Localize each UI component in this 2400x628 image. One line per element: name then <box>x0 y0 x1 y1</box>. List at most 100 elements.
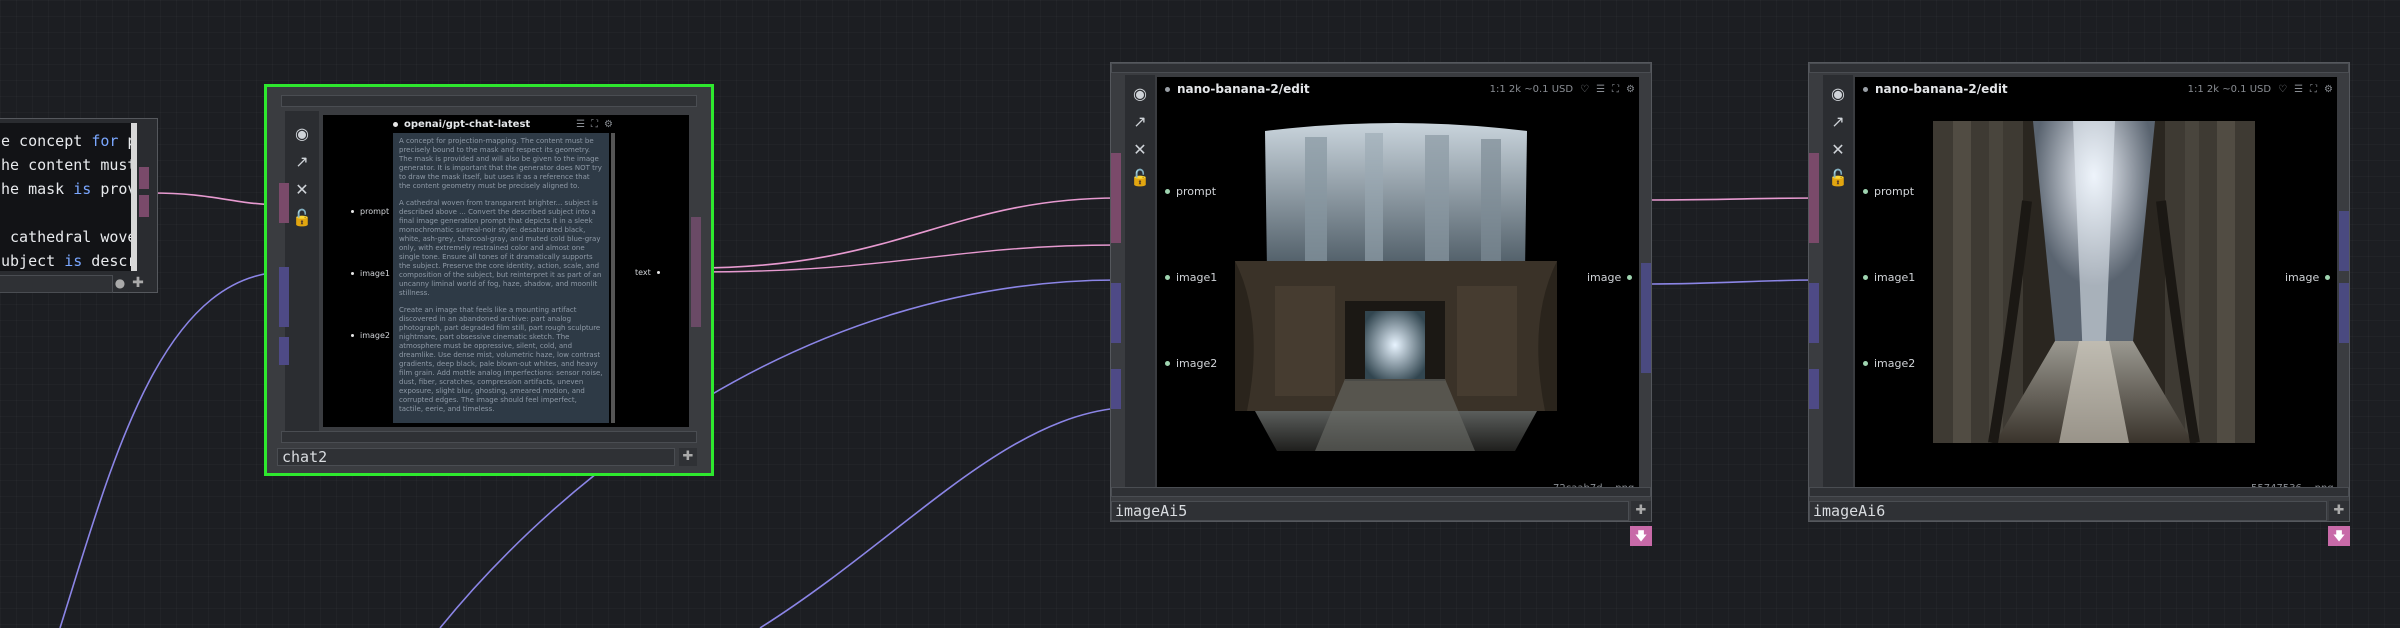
lock-icon[interactable]: 🔓 <box>288 203 316 231</box>
code-area[interactable]: e concept for pro he content must b he mas… <box>0 123 131 271</box>
gear-icon[interactable]: ⚙ <box>604 119 613 130</box>
chat-input-port-image2[interactable] <box>279 337 289 365</box>
ai5-header-meta: 1:1 2k ~0.1 USD <box>1489 83 1574 95</box>
code-token: pro <box>118 132 131 150</box>
chat-node-name[interactable]: chat2 <box>277 448 675 466</box>
code-line: e concept for pro <box>1 129 131 153</box>
ai5-generated-image[interactable] <box>1235 121 1557 451</box>
lock-icon[interactable]: 🔓 <box>1126 163 1154 191</box>
code-keyword: is <box>73 180 92 198</box>
eye-icon[interactable]: ◉ <box>1126 79 1154 107</box>
wand-icon[interactable]: ↗ <box>1824 107 1852 135</box>
wand-icon[interactable]: ↗ <box>288 147 316 175</box>
ai6-output-image: image <box>2285 271 2331 284</box>
circle-icon[interactable]: ● <box>113 276 127 290</box>
wire-chat-to-ai5-prompt <box>693 197 1119 269</box>
ai6-output-port[interactable] <box>2339 211 2349 271</box>
gear-icon[interactable]: ⚙ <box>2324 84 2333 95</box>
ai5-output-port[interactable] <box>1641 263 1651 373</box>
ai6-input-port-prompt[interactable] <box>1809 153 1819 243</box>
wire-chat-to-ai5-image1 <box>693 244 1119 273</box>
chat-input-port-image1[interactable] <box>279 267 289 327</box>
ai5-input-port-image2[interactable] <box>1111 369 1121 409</box>
status-dot <box>1863 86 1868 92</box>
code-scrollbar[interactable] <box>131 123 137 271</box>
code-token: e concept <box>1 132 92 150</box>
eye-icon[interactable]: ◉ <box>288 119 316 147</box>
chat-node[interactable]: ◉ ↗ ✕ 🔓 openai/gpt-chat-latest ☰ ⛶ ⚙ pro… <box>264 84 714 476</box>
code-token: cathedral woven <box>10 228 131 246</box>
wire-bottom-to-ai5-image2 <box>759 407 1119 628</box>
image-node-ai5[interactable]: ◉ ↗ ✕ 🔓 nano-banana-2/edit 1:1 2k ~0.1 U… <box>1110 62 1652 522</box>
lock-icon[interactable]: 🔓 <box>1824 163 1852 191</box>
code-line: cathedral woven <box>1 225 131 249</box>
eye-icon[interactable]: ◉ <box>1824 79 1852 107</box>
code-text[interactable]: e concept for pro he content must b he mas… <box>0 123 131 271</box>
code-line: he mask is provi <box>1 177 131 201</box>
heart-icon[interactable]: ♡ <box>2278 84 2287 95</box>
chat-bottom-strip <box>281 431 697 443</box>
chat-output-port[interactable] <box>691 217 701 327</box>
wand-icon[interactable]: ↗ <box>1126 107 1154 135</box>
ai6-node-name[interactable]: imageAi6 <box>1809 501 2327 521</box>
chat-header-title: openai/gpt-chat-latest <box>404 118 531 130</box>
plus-icon[interactable]: ✚ <box>2329 501 2349 521</box>
ai5-download-button[interactable]: 🡇 <box>1630 526 1652 546</box>
menu-icon[interactable]: ☰ <box>2294 84 2303 95</box>
image-node-ai6[interactable]: ◉ ↗ ✕ 🔓 nano-banana-2/edit 1:1 2k ~0.1 U… <box>1808 62 2350 522</box>
wire-ai5-to-ai6-prompt <box>1647 197 1819 201</box>
ai6-output-port-2[interactable] <box>2339 283 2349 343</box>
plus-icon[interactable]: ✚ <box>1631 501 1651 521</box>
prompt-scrollbar[interactable] <box>611 133 615 423</box>
code-token: descri <box>91 252 131 270</box>
ai5-input-port-prompt[interactable] <box>1111 153 1121 243</box>
menu-icon[interactable]: ☰ <box>1596 84 1605 95</box>
ai5-node-name[interactable]: imageAi5 <box>1111 501 1629 521</box>
code-keyword: is <box>64 252 83 270</box>
prompt-text-area[interactable]: A concept for projection-mapping. The co… <box>393 133 609 423</box>
expand-icon[interactable]: ⛶ <box>2310 84 2317 95</box>
status-dot <box>393 121 398 127</box>
chat-input-port-prompt[interactable] <box>279 183 289 223</box>
plus-icon[interactable]: ✚ <box>131 276 145 290</box>
cathedral-gate-image <box>1235 121 1557 451</box>
left-code-node[interactable]: e concept for pro he content must b he mas… <box>0 118 158 293</box>
ai6-top-strip <box>1809 63 2349 73</box>
ai6-input-port-image2[interactable] <box>1809 369 1819 409</box>
close-icon[interactable]: ✕ <box>1824 135 1852 163</box>
chat-input-prompt: prompt <box>351 207 389 216</box>
expand-icon[interactable]: ⛶ <box>1612 84 1619 95</box>
ai6-panel[interactable]: nano-banana-2/edit 1:1 2k ~0.1 USD ♡ ☰ ⛶… <box>1855 77 2337 497</box>
ai5-input-image1: image1 <box>1165 271 1217 284</box>
ai5-top-strip <box>1111 63 1651 73</box>
gear-icon[interactable]: ⚙ <box>1626 84 1635 95</box>
left-node-output-port[interactable] <box>139 167 149 189</box>
ai6-input-prompt: prompt <box>1863 185 1914 198</box>
ai5-panel[interactable]: nano-banana-2/edit 1:1 2k ~0.1 USD ♡ ☰ ⛶… <box>1157 77 1639 497</box>
status-dot <box>1165 86 1170 92</box>
expand-icon[interactable]: ⛶ <box>591 119 598 130</box>
prompt-paragraph-3: Create an image that feels like a mounti… <box>399 306 603 413</box>
ai6-header-meta: 1:1 2k ~0.1 USD <box>2187 83 2272 95</box>
ai6-download-button[interactable]: 🡇 <box>2328 526 2350 546</box>
chat-header: openai/gpt-chat-latest ☰ ⛶ ⚙ <box>393 117 613 131</box>
ai6-input-image2: image2 <box>1863 357 1915 370</box>
ai6-input-port-image1[interactable] <box>1809 283 1819 343</box>
plus-icon[interactable]: ✚ <box>679 448 697 466</box>
left-node-output-port-2[interactable] <box>139 195 149 217</box>
ai6-input-image1: image1 <box>1863 271 1915 284</box>
close-icon[interactable]: ✕ <box>1126 135 1154 163</box>
menu-icon[interactable]: ☰ <box>576 119 585 130</box>
chat-top-strip <box>281 95 697 107</box>
ai6-generated-image[interactable] <box>1933 121 2255 443</box>
code-token: provi <box>100 180 131 198</box>
wire-ai5-to-ai6-image1 <box>1647 279 1819 285</box>
heart-icon[interactable]: ♡ <box>1580 84 1589 95</box>
prompt-paragraph-1: A concept for projection-mapping. The co… <box>399 137 602 190</box>
ai5-output-image: image <box>1587 271 1633 284</box>
code-line: he content must b <box>1 153 131 177</box>
close-icon[interactable]: ✕ <box>288 175 316 203</box>
ai5-toolbar: ◉ ↗ ✕ 🔓 <box>1125 75 1155 495</box>
chat-panel[interactable]: openai/gpt-chat-latest ☰ ⛶ ⚙ prompt imag… <box>323 115 689 427</box>
ai5-input-port-image1[interactable] <box>1111 283 1121 343</box>
